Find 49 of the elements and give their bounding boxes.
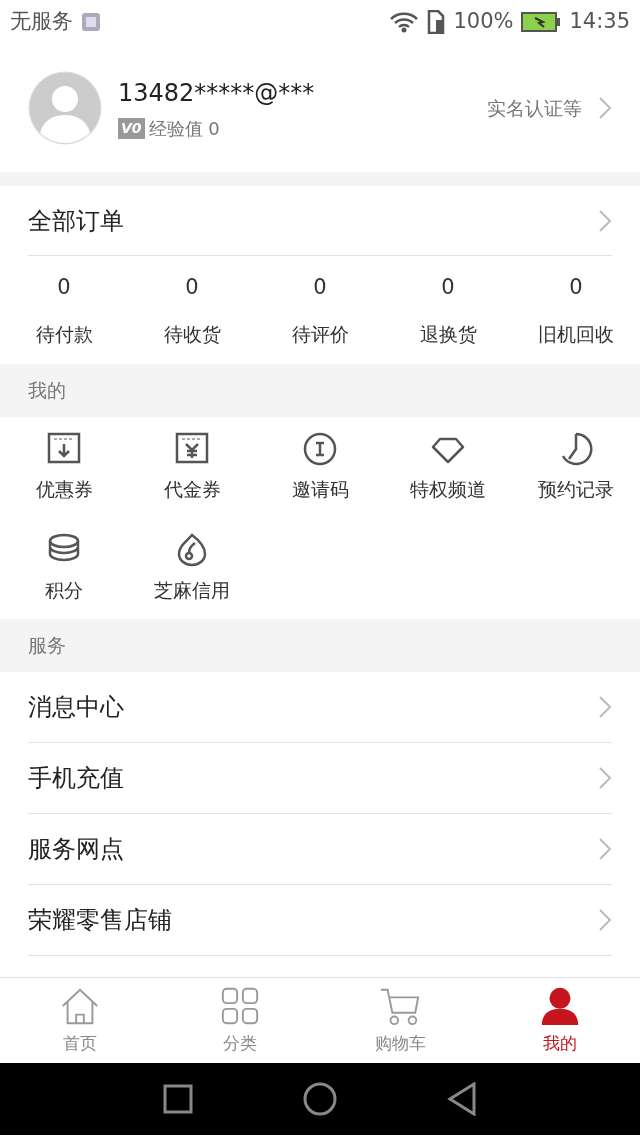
experience-text: 经验值 0 — [148, 116, 220, 141]
order-count: 0 — [185, 274, 199, 301]
home-button-icon[interactable] — [303, 1082, 337, 1116]
order-count: 0 — [441, 274, 455, 301]
chevron-icon — [598, 208, 612, 233]
section-header: 我的 — [28, 378, 66, 404]
feature-label[interactable]: 预约记录 — [538, 475, 614, 504]
recent-apps-icon[interactable] — [163, 1084, 193, 1114]
circle-icon[interactable] — [302, 431, 338, 468]
level-badge: V0 — [118, 117, 145, 139]
order-status[interactable]: 待收货 — [163, 319, 221, 348]
menu-label[interactable]: 全部订单 — [28, 202, 124, 239]
tab[interactable]: 我的 — [480, 978, 640, 1063]
tab[interactable]: 分类 — [160, 978, 320, 1063]
image-icon — [81, 12, 101, 32]
sim-icon — [427, 10, 446, 34]
order-count: 0 — [57, 274, 71, 301]
order-status[interactable]: 待评价 — [291, 319, 349, 348]
feature-label[interactable]: 积分 — [45, 576, 83, 605]
battery-percent: 100% — [453, 8, 514, 36]
order-status[interactable]: 旧机回收 — [538, 319, 614, 348]
chevron-icon — [598, 837, 612, 861]
battery-icon — [521, 12, 562, 32]
chevron-icon — [598, 695, 612, 719]
menu-label[interactable]: 消息中心 — [28, 689, 124, 725]
account-name: 13482*****@*** — [118, 77, 315, 109]
order-status[interactable]: 待付款 — [35, 319, 93, 348]
verify-link[interactable]: 实名认证等 — [487, 93, 612, 123]
tab[interactable]: 首页 — [0, 978, 160, 1063]
section-header: 服务 — [28, 633, 66, 659]
back-icon[interactable] — [447, 1082, 477, 1116]
feature-label[interactable]: 代金券 — [163, 475, 221, 504]
tab[interactable]: 购物车 — [320, 978, 480, 1063]
wifi-icon — [389, 11, 420, 33]
feature-label[interactable]: 邀请码 — [291, 475, 349, 504]
carrier-text: 无服务 — [10, 8, 73, 36]
menu-label[interactable]: 荣耀零售店铺 — [28, 902, 172, 938]
order-status[interactable]: 退换货 — [419, 319, 477, 348]
feature-label[interactable]: 芝麻信用 — [154, 576, 230, 605]
menu-label[interactable]: 服务网点 — [28, 831, 124, 867]
menu-label[interactable]: 手机充值 — [28, 760, 124, 796]
feature-label[interactable]: 优惠券 — [35, 475, 93, 504]
order-count: 0 — [569, 274, 583, 301]
feature-label[interactable]: 特权频道 — [410, 475, 486, 504]
order-count: 0 — [313, 274, 327, 301]
chevron-icon — [598, 96, 612, 120]
chevron-icon — [598, 766, 612, 790]
chevron-icon — [598, 908, 612, 932]
clock-time: 14:35 — [569, 8, 630, 36]
